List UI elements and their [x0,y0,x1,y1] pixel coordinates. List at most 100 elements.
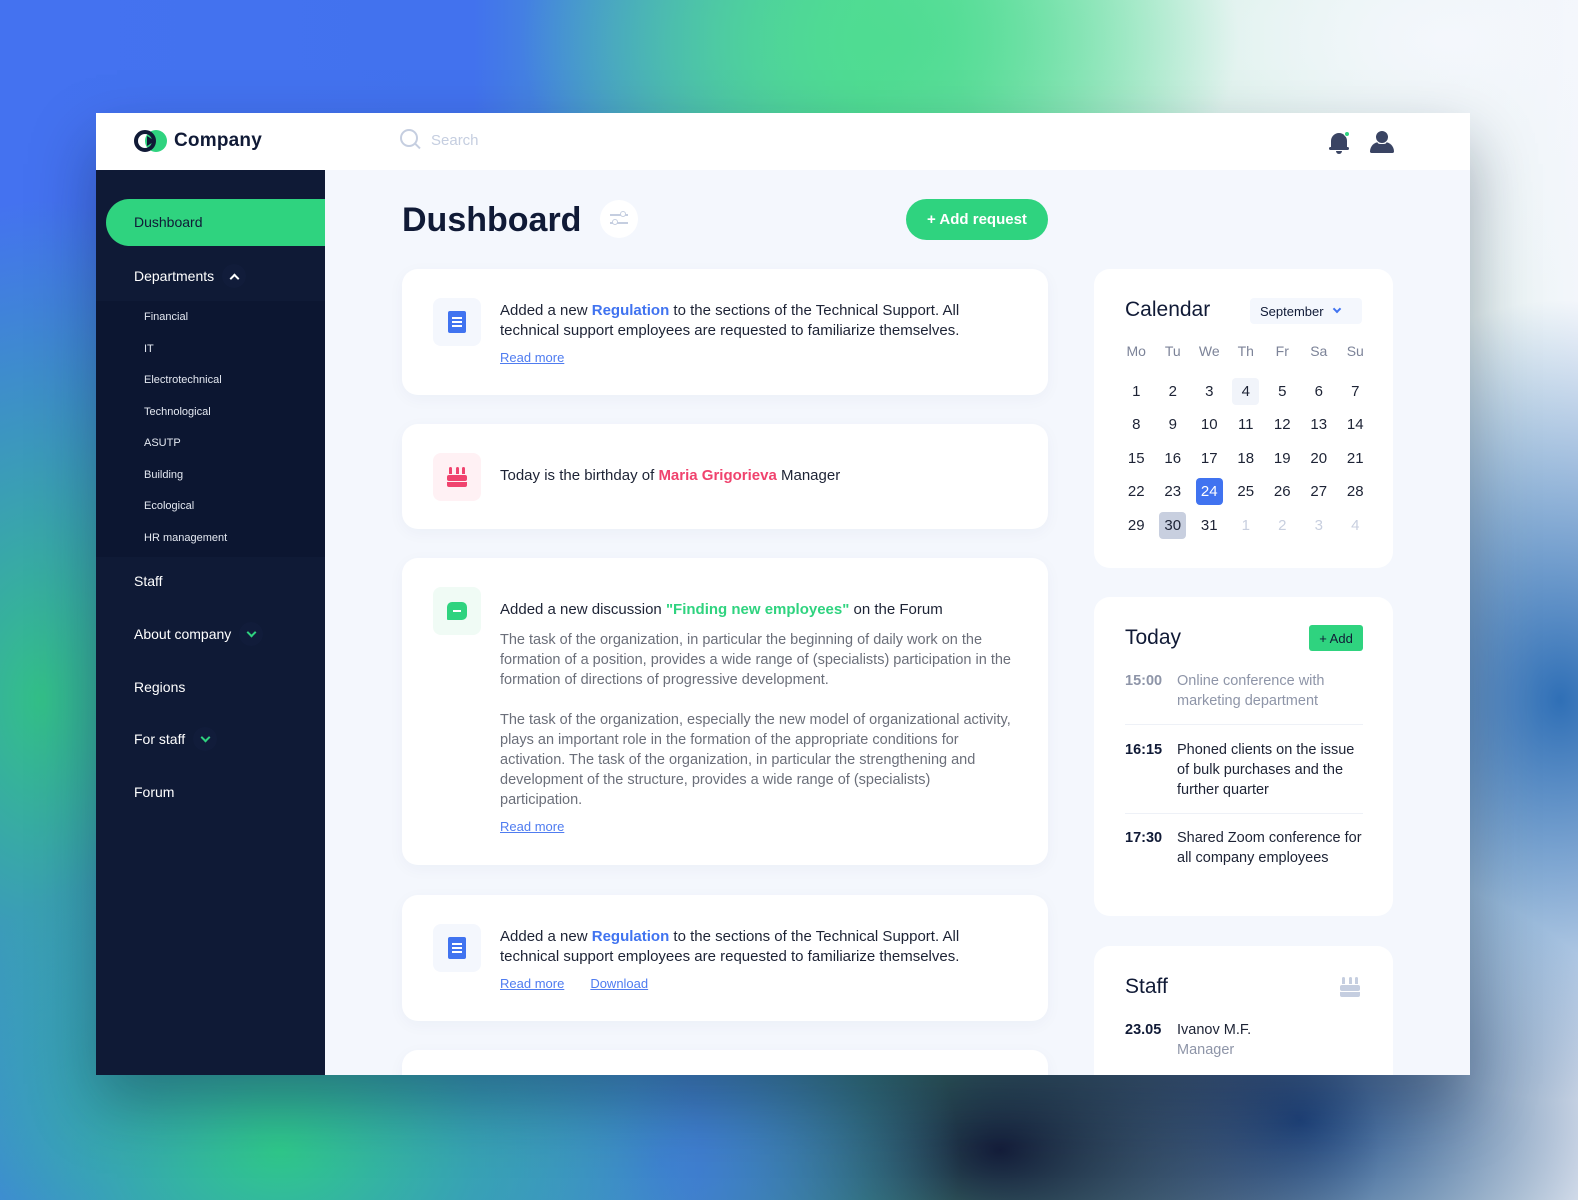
calendar-day[interactable]: 18 [1228,442,1265,476]
calendar-day[interactable]: 12 [1264,408,1301,442]
sidebar-item-for-staff[interactable]: For staff [134,727,218,751]
search-input[interactable] [431,131,731,149]
calendar-day[interactable]: 5 [1264,375,1301,409]
calendar-day[interactable]: 24 [1191,475,1228,509]
calendar-day[interactable]: 2 [1155,375,1192,409]
chevron-down-icon[interactable] [193,727,218,751]
staff-item[interactable]: 23.05 Ivanov M.F. Manager [1125,1020,1363,1060]
regulation-link[interactable]: Regulation [592,302,670,319]
calendar-day[interactable]: 8 [1118,408,1155,442]
chevron-down-icon[interactable] [239,622,264,646]
calendar-day[interactable]: 13 [1301,408,1338,442]
logo[interactable]: Company [134,130,262,152]
calendar-day[interactable]: 9 [1155,408,1192,442]
feed-card: Added a new discussion "Finding new empl… [402,558,1048,865]
weekday-label: Sa [1310,343,1328,359]
add-request-button[interactable]: + Add request [906,199,1048,240]
submenu-item-ecological[interactable]: Ecological [144,500,194,512]
calendar-day[interactable]: 1 [1118,375,1155,409]
staff-name: Ivanov M.F. [1177,1022,1252,1038]
weekday-label: Su [1346,343,1364,359]
calendar-day[interactable]: 21 [1337,442,1374,476]
event-item[interactable]: 17:30 Shared Zoom conference for all com… [1125,828,1363,868]
submenu-item-financial[interactable]: Financial [144,311,188,323]
calendar-day-number: 22 [1127,483,1145,501]
sidebar-item-departments[interactable]: Departments [134,264,247,288]
person-link[interactable]: Maria Grigorieva [658,467,776,484]
calendar-day[interactable]: 22 [1118,475,1155,509]
sidebar-item-about-company[interactable]: About company [134,622,264,646]
regulation-link[interactable]: Regulation [592,928,670,945]
weekday-label: Tu [1164,343,1181,359]
read-more-link[interactable]: Read more [500,817,564,837]
read-more-link[interactable]: Read more [500,348,564,368]
sidebar-item-label: Forum [134,784,175,800]
discussion-link[interactable]: "Finding new employees" [666,601,849,618]
sidebar-item-dushboard[interactable]: Dushboard [106,199,325,246]
feed-paragraph: The task of the organization, in particu… [500,632,1011,688]
calendar-day[interactable]: 26 [1264,475,1301,509]
calendar-day[interactable]: 14 [1337,408,1374,442]
calendar-day[interactable]: 16 [1155,442,1192,476]
calendar-day[interactable]: 27 [1301,475,1338,509]
calendar-day[interactable]: 23 [1155,475,1192,509]
calendar-day[interactable]: 4 [1337,509,1374,543]
calendar-day[interactable]: 19 [1264,442,1301,476]
calendar-day[interactable]: 3 [1301,509,1338,543]
calendar-day-number: 18 [1237,449,1255,467]
submenu-item-technological[interactable]: Technological [144,406,211,418]
calendar-day-number: 4 [1351,516,1360,534]
chevron-up-icon[interactable] [222,264,247,288]
download-link[interactable]: Download [590,974,648,994]
calendar-day[interactable]: 29 [1118,509,1155,543]
submenu-item-it[interactable]: IT [144,343,154,355]
calendar-day-number: 8 [1132,416,1141,434]
calendar-day[interactable]: 1 [1228,509,1265,543]
calendar-day[interactable]: 17 [1191,442,1228,476]
filter-button[interactable] [600,200,638,238]
sidebar-item-forum[interactable]: Forum [134,784,174,800]
calendar-day[interactable]: 7 [1337,375,1374,409]
submenu-item-electrotechnical[interactable]: Electrotechnical [144,374,222,386]
add-event-button[interactable]: + Add [1309,625,1363,651]
weekday-label: We [1198,343,1220,359]
chat-icon [433,587,481,635]
calendar-title: Calendar [1125,298,1211,321]
calendar-day[interactable]: 28 [1337,475,1374,509]
submenu-item-asutp[interactable]: ASUTP [144,437,181,449]
sidebar-item-staff[interactable]: Staff [134,573,163,589]
search-icon[interactable] [400,129,422,151]
calendar-day-number: 29 [1127,516,1145,534]
event-item[interactable]: 16:15 Phoned clients on the issue of bul… [1125,740,1363,800]
calendar-day[interactable]: 30 [1155,509,1192,543]
calendar-day-number: 10 [1200,416,1218,434]
calendar-day[interactable]: 2 [1264,509,1301,543]
calendar-day[interactable]: 15 [1118,442,1155,476]
calendar-day-number: 31 [1200,516,1218,534]
month-value: September [1260,303,1324,319]
calendar-grid: Mo Tu We Th Fr Sa Su 1 2 3 4 5 6 7 8 9 10 11 12 13 14 15 16 17 1… [1118,341,1374,542]
calendar-day[interactable]: 6 [1301,375,1338,409]
calendar-day[interactable]: 25 [1228,475,1265,509]
calendar-day-number: 26 [1273,483,1291,501]
divider [1125,813,1363,814]
event-item[interactable]: 15:00 Online conference with marketing d… [1125,671,1363,711]
calendar-day[interactable]: 10 [1191,408,1228,442]
submenu-item-hr-management[interactable]: HR management [144,532,227,544]
document-icon [433,924,481,972]
calendar-day[interactable]: 4 [1228,375,1265,409]
bell-icon[interactable] [1328,131,1350,155]
user-icon[interactable] [1370,131,1394,153]
calendar-day[interactable]: 20 [1301,442,1338,476]
calendar-day[interactable]: 31 [1191,509,1228,543]
calendar-day[interactable]: 11 [1228,408,1265,442]
month-select[interactable]: September [1250,298,1362,324]
calendar-day[interactable]: 3 [1191,375,1228,409]
calendar-day-number: 15 [1127,449,1145,467]
read-more-link[interactable]: Read more [500,974,564,994]
calendar-day-number: 6 [1314,382,1323,400]
weekday-label: Fr [1275,343,1289,359]
sidebar-item-regions[interactable]: Regions [134,679,185,695]
submenu-item-building[interactable]: Building [144,469,183,481]
sidebar-item-label: For staff [134,731,186,747]
